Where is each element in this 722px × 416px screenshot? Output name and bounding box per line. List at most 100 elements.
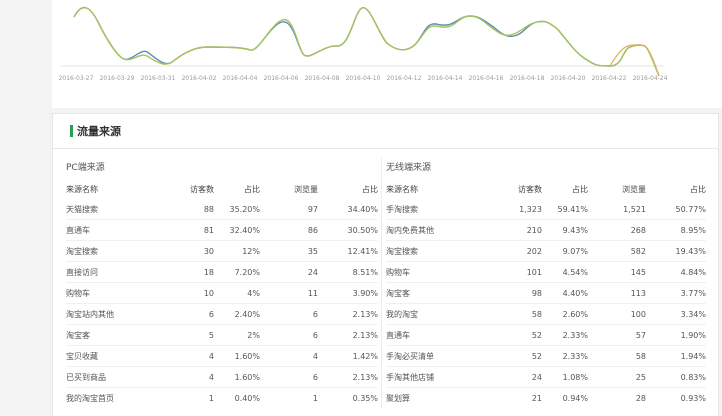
value-cell: 8.51% [318, 261, 378, 283]
value-cell: 1,323 [490, 199, 542, 220]
value-cell: 19.43% [646, 240, 706, 262]
table-row: 淘宝站内其他 6 2.40% 6 2.13% [66, 303, 378, 325]
value-cell: 58 [490, 303, 542, 325]
x-tick-label: 2016-04-10 [346, 75, 381, 82]
value-cell: 97 [260, 199, 318, 220]
value-cell: 2% [214, 324, 260, 346]
table-row: 淘宝搜索 30 12% 35 12.41% [66, 240, 378, 262]
value-cell: 0.93% [680, 393, 706, 403]
source-name-cell: 淘宝搜索 [66, 240, 170, 262]
value-cell: 101 [490, 261, 542, 283]
pc-source-section: PC端来源 来源名称 访客数 占比 浏览量 占比 天猫搜索 88 35.20% 97 34.40… [66, 160, 378, 408]
source-name-cell: 手淘必买清单 [386, 345, 490, 367]
value-cell: 57 [588, 324, 646, 346]
source-name-cell: 手淘其他店铺 [386, 366, 490, 388]
value-cell: 4 [170, 345, 214, 367]
table-row: 淘宝客 5 2% 6 2.13% [66, 324, 378, 346]
value-cell: 2.40% [214, 303, 260, 325]
value-cell: 2.33% [542, 345, 588, 367]
column-header: 访客数 [190, 184, 214, 194]
value-cell: 28 [635, 393, 646, 403]
x-axis-ticks: 2016-03-27 2016-03-29 2016-03-31 2016-04-02… [59, 75, 668, 82]
value-cell: 1.90% [646, 324, 706, 346]
value-cell: 1.94% [646, 345, 706, 367]
source-name-cell: 淘宝客 [66, 324, 170, 346]
value-cell: 18 [170, 261, 214, 283]
source-name-cell: 淘宝搜索 [386, 240, 490, 262]
value-cell: 1.42% [318, 345, 378, 367]
x-tick-label: 2016-04-16 [469, 75, 504, 82]
source-name-cell: 直通车 [386, 324, 490, 346]
value-cell: 3.90% [318, 282, 378, 304]
value-cell: 50.77% [646, 199, 706, 220]
value-cell: 210 [490, 219, 542, 241]
column-header: 来源名称 [386, 184, 418, 194]
value-cell: 7.20% [214, 261, 260, 283]
value-cell: 9.43% [542, 219, 588, 241]
column-header: 访客数 [518, 184, 542, 194]
table-row: 淘内免费其他 210 9.43% 268 8.95% [386, 219, 706, 241]
x-tick-label: 2016-04-14 [428, 75, 463, 82]
column-header: 浏览量 [294, 184, 318, 194]
table-header-row: 来源名称 访客数 占比 浏览量 占比 [66, 179, 378, 199]
column-header: 占比 [362, 184, 378, 194]
value-cell: 25 [588, 366, 646, 388]
x-tick-label: 2016-04-06 [264, 75, 299, 82]
value-cell: 1 [312, 393, 318, 403]
value-cell: 0.83% [646, 366, 706, 388]
x-tick-label: 2016-04-20 [551, 75, 586, 82]
table-row: 淘宝搜索 202 9.07% 582 19.43% [386, 240, 706, 262]
value-cell: 10 [170, 282, 214, 304]
value-cell: 4 [170, 366, 214, 388]
value-cell: 34.40% [318, 199, 378, 220]
source-name-cell: 手淘搜索 [386, 199, 490, 220]
mobile-source-table: 来源名称 访客数 占比 浏览量 占比 手淘搜索 1,323 59.41% 1,521 50.77… [386, 179, 706, 408]
x-tick-label: 2016-03-31 [141, 75, 176, 82]
x-tick-label: 2016-04-22 [592, 75, 627, 82]
value-cell: 1.60% [214, 366, 260, 388]
source-name-cell: 宝贝收藏 [66, 345, 170, 367]
table-row: 我的淘宝首页 1 0.40% 1 0.35% [66, 388, 378, 409]
column-header: 占比 [690, 184, 706, 194]
panel-title: 流量来源 [77, 125, 121, 138]
value-cell: 12% [214, 240, 260, 262]
table-row: 已买到商品 4 1.60% 6 2.13% [66, 366, 378, 388]
value-cell: 113 [588, 282, 646, 304]
table-row: 手淘搜索 1,323 59.41% 1,521 50.77% [386, 199, 706, 220]
value-cell: 3.77% [646, 282, 706, 304]
value-cell: 4.40% [542, 282, 588, 304]
value-cell: 2.13% [318, 303, 378, 325]
column-header: 占比 [572, 184, 588, 194]
value-cell: 81 [170, 219, 214, 241]
value-cell: 8.95% [646, 219, 706, 241]
pc-source-table: 来源名称 访客数 占比 浏览量 占比 天猫搜索 88 35.20% 97 34.40% 直通车 81… [66, 179, 378, 408]
value-cell: 58 [588, 345, 646, 367]
value-cell: 6 [260, 303, 318, 325]
value-cell: 4 [260, 345, 318, 367]
traffic-source-panel: 流量来源 PC端来源 来源名称 访客数 占比 浏览量 占比 天猫搜索 88 35.20% 97… [52, 113, 719, 416]
value-cell: 35 [260, 240, 318, 262]
accent-bar [70, 125, 73, 137]
column-header: 浏览量 [622, 184, 646, 194]
value-cell: 1,521 [588, 199, 646, 220]
source-name-cell: 淘内免费其他 [386, 219, 490, 241]
panel-header: 流量来源 [53, 114, 718, 149]
value-cell: 30 [170, 240, 214, 262]
source-name-cell: 直通车 [66, 219, 170, 241]
x-tick-label: 2016-04-02 [182, 75, 217, 82]
page: 2016-03-27 2016-03-29 2016-03-31 2016-04-02… [0, 0, 722, 416]
source-name-cell: 我的淘宝 [386, 303, 490, 325]
value-cell: 1.08% [542, 366, 588, 388]
source-name-cell: 聚划算 [386, 393, 410, 403]
column-header: 来源名称 [66, 184, 98, 194]
pc-table-body: 天猫搜索 88 35.20% 97 34.40% 直通车 81 32.40% 86 30.50% 淘… [66, 199, 378, 408]
column-divider [381, 158, 382, 408]
table-row: 直接访问 18 7.20% 24 8.51% [66, 261, 378, 283]
value-cell: 2.33% [542, 324, 588, 346]
value-cell: 30.50% [318, 219, 378, 241]
value-cell: 1 [208, 393, 214, 403]
value-cell: 6 [260, 366, 318, 388]
value-cell: 268 [588, 219, 646, 241]
value-cell: 12.41% [318, 240, 378, 262]
value-cell: 21 [531, 393, 542, 403]
